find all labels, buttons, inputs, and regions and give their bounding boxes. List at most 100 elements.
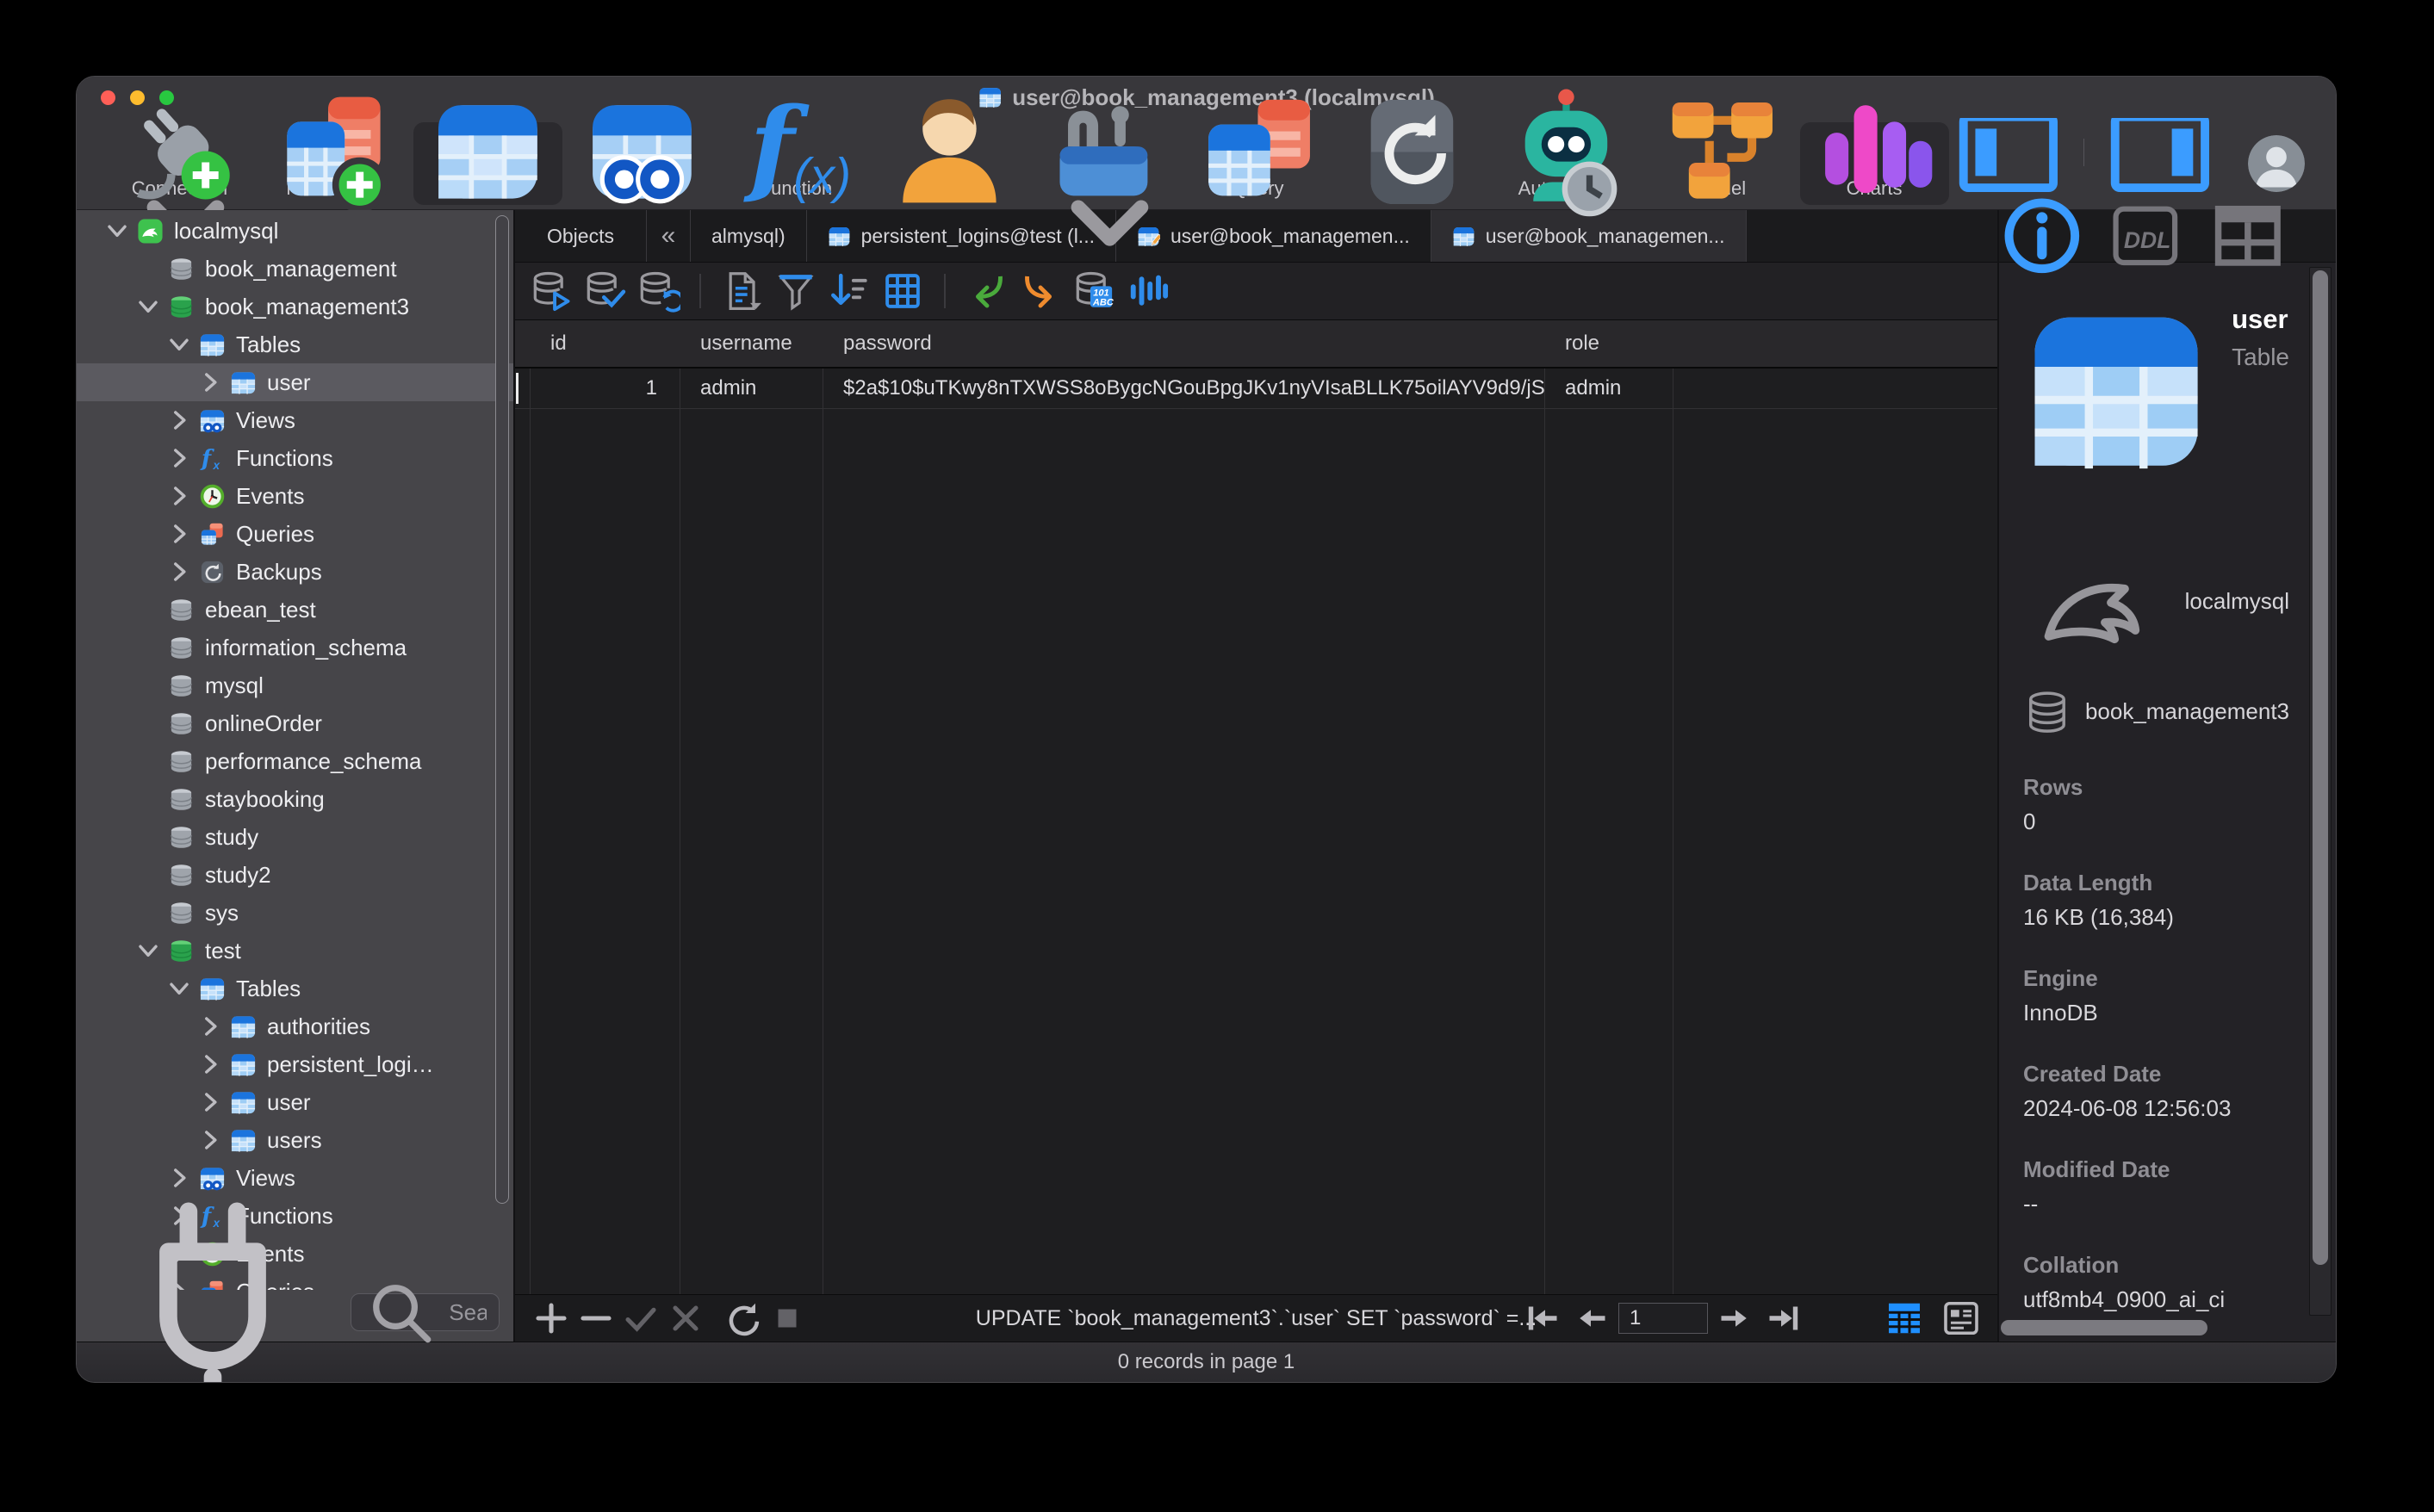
discard-changes-button[interactable] [665, 1300, 706, 1336]
filter-button[interactable] [773, 270, 818, 312]
apply-changes-button[interactable] [620, 1300, 661, 1336]
commit-button[interactable] [582, 270, 627, 312]
tree-expander[interactable] [196, 1050, 225, 1079]
toolbar-item-others[interactable]: Others [1029, 105, 1178, 246]
text-preview-button[interactable] [720, 270, 765, 312]
tree-item-study[interactable]: study [77, 818, 513, 856]
column-header-id[interactable]: id [530, 332, 680, 356]
info-panel-vscrollbar-thumb[interactable] [2313, 270, 2328, 1266]
tree-item-tables[interactable]: Tables [77, 325, 513, 363]
tree-item-information-schema[interactable]: information_schema [77, 629, 513, 666]
toolbar-item-query[interactable]: Query [1183, 99, 1332, 205]
tree-item-user[interactable]: user [77, 363, 513, 401]
tree-item-localmysql[interactable]: localmysql [77, 212, 513, 250]
tree-item-backups[interactable]: Backups [77, 553, 513, 591]
sort-button[interactable] [827, 270, 872, 312]
stop-button[interactable] [767, 1300, 808, 1336]
tree-item-test[interactable]: test [77, 932, 513, 970]
tree-item-functions[interactable]: f x Functions [77, 439, 513, 477]
next-page-button[interactable] [1715, 1300, 1756, 1336]
tab-1[interactable]: almysql) [691, 210, 807, 262]
tree-item-authorities[interactable]: authorities [77, 1007, 513, 1045]
tree-expander[interactable] [165, 481, 194, 511]
previous-page-button[interactable] [1570, 1300, 1611, 1336]
toolbar-item-connection[interactable]: Connection [105, 108, 254, 246]
column-header-role[interactable]: role [1544, 332, 1673, 356]
cell-role[interactable]: admin [1544, 376, 1673, 400]
toolbar-item-user[interactable]: User [875, 98, 1024, 205]
info-panel-vscrollbar[interactable] [2309, 267, 2332, 1316]
begin-transaction-button[interactable] [529, 270, 574, 312]
tree-item-users[interactable]: users [77, 1121, 513, 1159]
toolbar-item-charts[interactable]: Charts [1799, 104, 1949, 205]
toolbar-item-view[interactable]: View [568, 104, 717, 205]
tree-item-performance-schema[interactable]: performance_schema [77, 742, 513, 780]
tree-expander[interactable] [196, 368, 225, 397]
tree-expander[interactable] [165, 406, 194, 435]
tree-expander[interactable] [133, 292, 163, 321]
tree-expander[interactable] [165, 443, 194, 473]
tree-expander[interactable] [196, 1125, 225, 1155]
tab-objects[interactable]: Objects [515, 210, 647, 262]
tree-item-book-management[interactable]: book_management [77, 250, 513, 288]
tree-expander[interactable] [102, 216, 132, 245]
tree-item-sys[interactable]: sys [77, 894, 513, 932]
import-button[interactable] [965, 270, 1009, 312]
tree-item-onlineorder[interactable]: onlineOrder [77, 704, 513, 742]
cell-id[interactable]: 1 [530, 376, 680, 400]
tree-item-mysql[interactable]: mysql [77, 666, 513, 704]
scroll-tabs-left-button[interactable]: « [647, 210, 691, 262]
tree-expander[interactable] [133, 936, 163, 965]
tab-4[interactable]: user@book_managemen... [1431, 210, 1747, 262]
sidebar-scrollbar[interactable] [493, 215, 512, 1290]
sidebar-scrollbar-thumb[interactable] [495, 215, 509, 1205]
property-data-length: Data Length 16 KB (16,384) [2023, 870, 2289, 931]
tree-expander[interactable] [165, 330, 194, 359]
column-header-password[interactable]: password [823, 332, 1544, 356]
tree-item-ebean-test[interactable]: ebean_test [77, 591, 513, 629]
toolbar-item-model[interactable]: Model [1646, 102, 1795, 205]
tree-expander[interactable] [196, 1088, 225, 1117]
tree-item-study2[interactable]: study2 [77, 856, 513, 894]
tree-item-persistent-logi-[interactable]: persistent_logi… [77, 1045, 513, 1083]
tree-item-queries[interactable]: Queries [77, 515, 513, 553]
search-input[interactable] [447, 1298, 488, 1327]
toolbar-item-new-query[interactable]: New Query [259, 96, 408, 213]
tree-item-book-management3[interactable]: book_management3 [77, 288, 513, 325]
cell-username[interactable]: admin [680, 376, 823, 400]
toolbar-item-backup[interactable]: Backup [1338, 99, 1487, 205]
last-page-button[interactable] [1763, 1300, 1804, 1336]
tree-expander[interactable] [196, 1012, 225, 1041]
columns-grid-button[interactable] [880, 270, 925, 312]
refresh-button[interactable] [722, 1300, 763, 1336]
delete-record-button[interactable] [575, 1300, 617, 1336]
tree-expander[interactable] [165, 974, 194, 1003]
property-label: Data Length [2023, 869, 2153, 895]
page-number-input[interactable] [1618, 1303, 1708, 1334]
settings-gear-button[interactable] [1820, 1300, 1861, 1336]
user-avatar[interactable] [2248, 135, 2305, 192]
cell-password[interactable]: $2a$10$uTKwy8nTXWSS8oBygcNGouBpgJKv1nyVI… [823, 376, 1544, 400]
tree-expander[interactable] [165, 557, 194, 586]
db-gray-icon [168, 786, 195, 813]
toolbar-item-table[interactable]: Table [413, 104, 562, 205]
info-panel-hscrollbar-thumb[interactable] [2001, 1320, 2207, 1335]
tree-item-events[interactable]: Events [77, 477, 513, 515]
tree-item-user[interactable]: user [77, 1083, 513, 1121]
toolbar-item-function[interactable]: f (x) Function [722, 86, 871, 207]
connection-plug-icon[interactable] [84, 1183, 342, 1382]
tree-item-staybooking[interactable]: staybooking [77, 780, 513, 818]
rollback-button[interactable] [636, 270, 680, 313]
tree-expander[interactable] [165, 519, 194, 548]
property-value: utf8mb4_0900_ai_ci [2023, 1286, 2226, 1312]
grid-view-button[interactable] [1884, 1300, 1925, 1336]
toolbar-item-automation[interactable]: Automation [1492, 89, 1641, 216]
tree-expander [133, 671, 163, 700]
grid-bottom-toolbar: UPDATE `book_management3`.`user` SET `pa… [515, 1294, 1997, 1342]
add-record-button[interactable] [531, 1300, 572, 1336]
table-row[interactable]: 1 admin $2a$10$uTKwy8nTXWSS8oBygcNGouBpgJK… [515, 369, 1997, 409]
tree-item-tables[interactable]: Tables [77, 970, 513, 1007]
tree-item-views[interactable]: Views [77, 401, 513, 439]
column-header-username[interactable]: username [680, 332, 823, 356]
form-view-button[interactable] [1940, 1300, 1982, 1336]
